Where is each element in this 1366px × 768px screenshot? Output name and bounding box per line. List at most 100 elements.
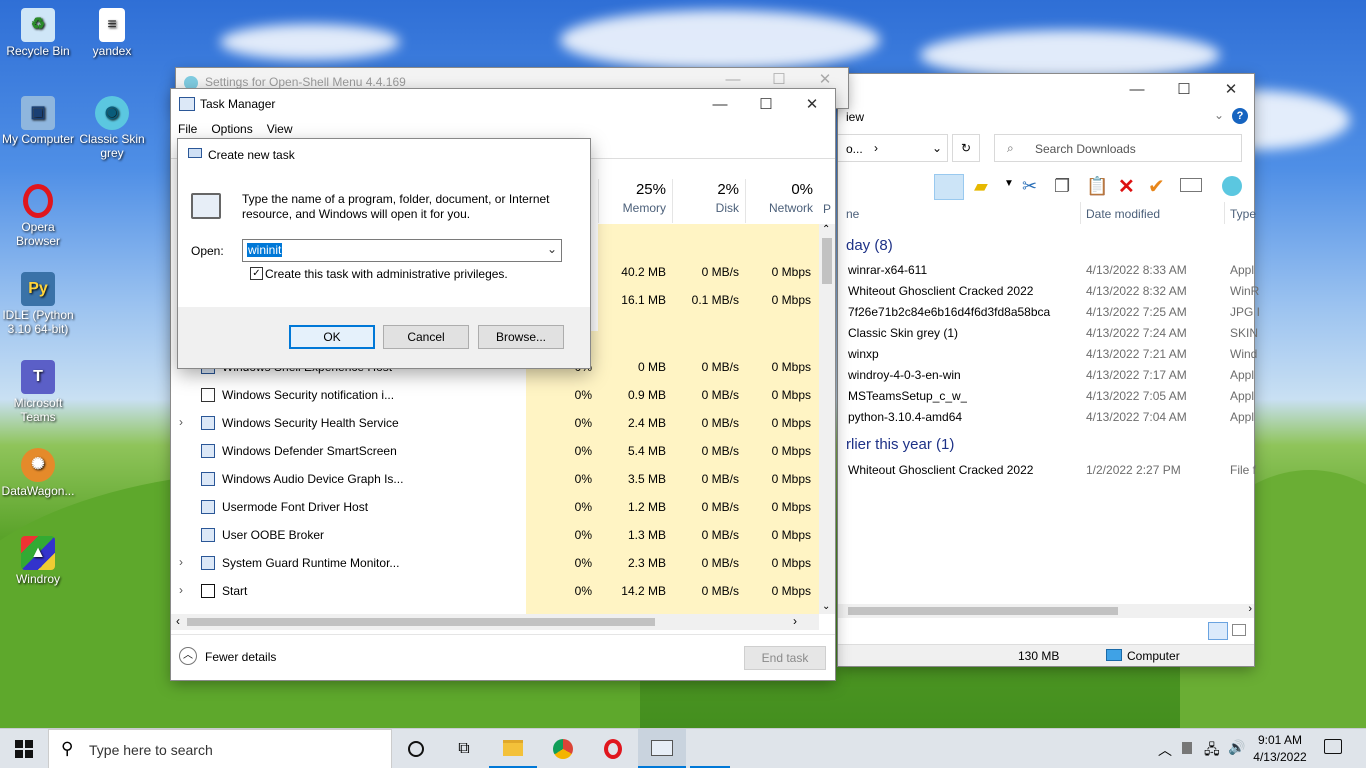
scroll-down-icon[interactable]: ⌄ [822, 601, 830, 612]
start-button[interactable] [0, 729, 48, 768]
desktop-icon-windroy[interactable]: ▲ Windroy [0, 536, 76, 586]
desktop-icon-datawagon[interactable]: ✺ DataWagon... [0, 448, 76, 498]
preview-pane-icon[interactable] [934, 174, 964, 200]
paste-icon[interactable]: 📋 [1086, 176, 1108, 197]
process-row[interactable]: Windows Defender SmartScreen 0% 5.4 MB 0… [171, 437, 819, 465]
file-row[interactable]: MSTeamsSetup_c_w_ 4/13/2022 7:05 AM Appl [838, 386, 1254, 407]
file-row[interactable]: winrar-x64-611 4/13/2022 8:33 AM Appl [838, 260, 1254, 281]
chevron-down-icon[interactable]: ⌄ [932, 141, 942, 155]
help-icon[interactable]: ? [1232, 108, 1248, 124]
expand-chevron-icon[interactable]: › [179, 583, 183, 597]
taskbar-opera[interactable] [589, 729, 637, 768]
process-row[interactable]: Usermode Font Driver Host 0% 1.2 MB 0 MB… [171, 493, 819, 521]
desktop-icon-my-computer[interactable]: ▣ My Computer [0, 96, 76, 146]
vertical-scrollbar[interactable]: ⌃ ⌄ [819, 224, 835, 614]
cortana-button[interactable] [392, 729, 440, 768]
cancel-button[interactable]: Cancel [383, 325, 469, 349]
column-header-power[interactable]: P [823, 202, 831, 216]
search-box[interactable]: ⌕ Search Downloads [994, 134, 1242, 162]
file-row[interactable]: windroy-4-0-3-en-win 4/13/2022 7:17 AM App… [838, 365, 1254, 386]
refresh-button[interactable]: ↻ [952, 134, 980, 162]
address-bar[interactable]: o... › ⌄ [838, 134, 948, 162]
process-row[interactable]: › Start 0% 14.2 MB 0 MB/s 0 Mbps [171, 577, 819, 605]
delete-icon[interactable]: ✕ [1118, 174, 1135, 199]
scrollbar-thumb[interactable] [848, 607, 1118, 615]
file-row[interactable]: Whiteout Ghosclient Cracked 2022 1/2/2022… [838, 460, 1256, 481]
minimize-button[interactable]: — [697, 89, 743, 119]
taskbar-chrome[interactable] [539, 729, 587, 768]
chevron-up-icon[interactable]: ︿ [1158, 740, 1172, 760]
expand-chevron-icon[interactable]: › [179, 415, 183, 429]
task-view-button[interactable]: ⧉ [440, 729, 488, 768]
thumbnail-view-icon[interactable] [1232, 624, 1246, 636]
collapse-up-icon[interactable]: ︿ [179, 647, 197, 665]
taskbar-task-manager[interactable] [638, 729, 686, 768]
scroll-right-icon[interactable]: › [793, 614, 797, 628]
open-input[interactable]: wininit [247, 243, 283, 257]
shell-icon[interactable] [1222, 176, 1242, 196]
process-row[interactable]: › Windows Security Health Service 0% 2.4… [171, 409, 819, 437]
taskbar-explorer[interactable] [489, 729, 537, 768]
admin-checkbox-label[interactable]: Create this task with administrative pri… [265, 267, 508, 281]
expand-chevron-icon[interactable]: › [179, 555, 183, 569]
file-row[interactable]: Classic Skin grey (1) 4/13/2022 7:24 AM SK… [838, 323, 1258, 344]
notification-icon[interactable] [1324, 739, 1342, 754]
desktop-icon-yandex[interactable]: ≡ yandex [74, 8, 150, 58]
group-header-earlier[interactable]: rlier this year (1) [846, 436, 954, 453]
process-row[interactable]: User OOBE Broker 0% 1.3 MB 0 MB/s 0 Mbps [171, 521, 819, 549]
chevron-down-icon[interactable]: ⌄ [547, 242, 557, 256]
taskbar-search-box[interactable]: ⚲ Type here to search [48, 729, 392, 768]
scroll-left-icon[interactable]: ‹ [176, 614, 180, 628]
desktop-icon-classic-skin[interactable]: ◉ Classic Skin grey [74, 96, 150, 160]
close-button[interactable]: ✕ [789, 89, 835, 119]
column-header-name[interactable]: ne [846, 207, 859, 221]
desktop-icon-opera[interactable]: Opera Browser [0, 184, 76, 248]
column-header-memory[interactable]: 25% Memory [598, 179, 672, 223]
ribbon-tab-view[interactable]: iew [846, 110, 864, 124]
fewer-details-link[interactable]: Fewer details [205, 650, 276, 664]
file-row[interactable]: winxp 4/13/2022 7:21 AM Wind [838, 344, 1257, 365]
desktop-icon-idle[interactable]: Py IDLE (Python 3.10 64-bit) [0, 272, 76, 336]
close-button[interactable]: ✕ [1208, 74, 1254, 104]
menu-file[interactable]: File [171, 119, 204, 139]
admin-checkbox[interactable]: ✓ [250, 267, 263, 280]
dropdown-icon[interactable]: ▼ [1004, 178, 1014, 189]
process-row[interactable]: › System Guard Runtime Monitor... 0% 2.3… [171, 549, 819, 577]
browse-button[interactable]: Browse... [478, 325, 564, 349]
chevron-right-icon[interactable]: › [1248, 603, 1252, 615]
open-combobox[interactable]: wininit ⌄ [242, 239, 562, 262]
end-task-button[interactable]: End task [744, 646, 826, 670]
column-header-disk[interactable]: 2% Disk [672, 179, 745, 223]
column-header-type[interactable]: Type [1230, 207, 1256, 221]
ok-button[interactable]: OK [289, 325, 375, 349]
check-icon[interactable]: ✔ [1148, 174, 1165, 199]
horizontal-scrollbar[interactable]: ‹ › [171, 614, 819, 630]
horizontal-scrollbar[interactable]: › [838, 603, 1254, 618]
rename-icon[interactable] [1180, 178, 1202, 192]
scrollbar-thumb[interactable] [822, 238, 832, 284]
process-row[interactable]: Windows Security notification i... 0% 0.… [171, 381, 819, 409]
file-row[interactable]: Whiteout Ghosclient Cracked 2022 4/13/202… [838, 281, 1259, 302]
minimize-button[interactable]: — [1114, 74, 1160, 104]
column-header-network[interactable]: 0% Network [745, 179, 819, 223]
scroll-up-icon[interactable]: ⌃ [822, 224, 830, 235]
process-row[interactable]: Windows Audio Device Graph Is... 0% 3.5 … [171, 465, 819, 493]
desktop-icon-recycle-bin[interactable]: ♻ Recycle Bin [0, 8, 76, 58]
details-view-icon[interactable] [1208, 622, 1228, 640]
network-icon[interactable]: 🖧 [1204, 739, 1220, 763]
maximize-button[interactable]: ☐ [743, 89, 789, 119]
usb-icon[interactable] [1182, 742, 1192, 754]
maximize-button[interactable]: ☐ [1161, 74, 1207, 104]
scrollbar-thumb[interactable] [187, 618, 655, 626]
menu-options[interactable]: Options [204, 119, 259, 139]
ribbon-expand-icon[interactable]: ⌄ [1214, 108, 1224, 122]
new-folder-icon[interactable]: ▰ [974, 176, 988, 197]
file-row[interactable]: python-3.10.4-amd64 4/13/2022 7:04 AM Appl [838, 407, 1254, 428]
desktop-icon-teams[interactable]: T Microsoft Teams [0, 360, 76, 424]
clock[interactable]: 9:01 AM 4/13/2022 [1248, 732, 1312, 766]
menu-view[interactable]: View [260, 119, 300, 139]
cut-icon[interactable]: ✂ [1022, 176, 1037, 197]
volume-icon[interactable]: 🔊 [1228, 739, 1245, 756]
column-header-date[interactable]: Date modified [1086, 207, 1160, 221]
file-row[interactable]: 7f26e71b2c84e6b16d4f6d3fd8a58bca 4/13/202… [838, 302, 1260, 323]
